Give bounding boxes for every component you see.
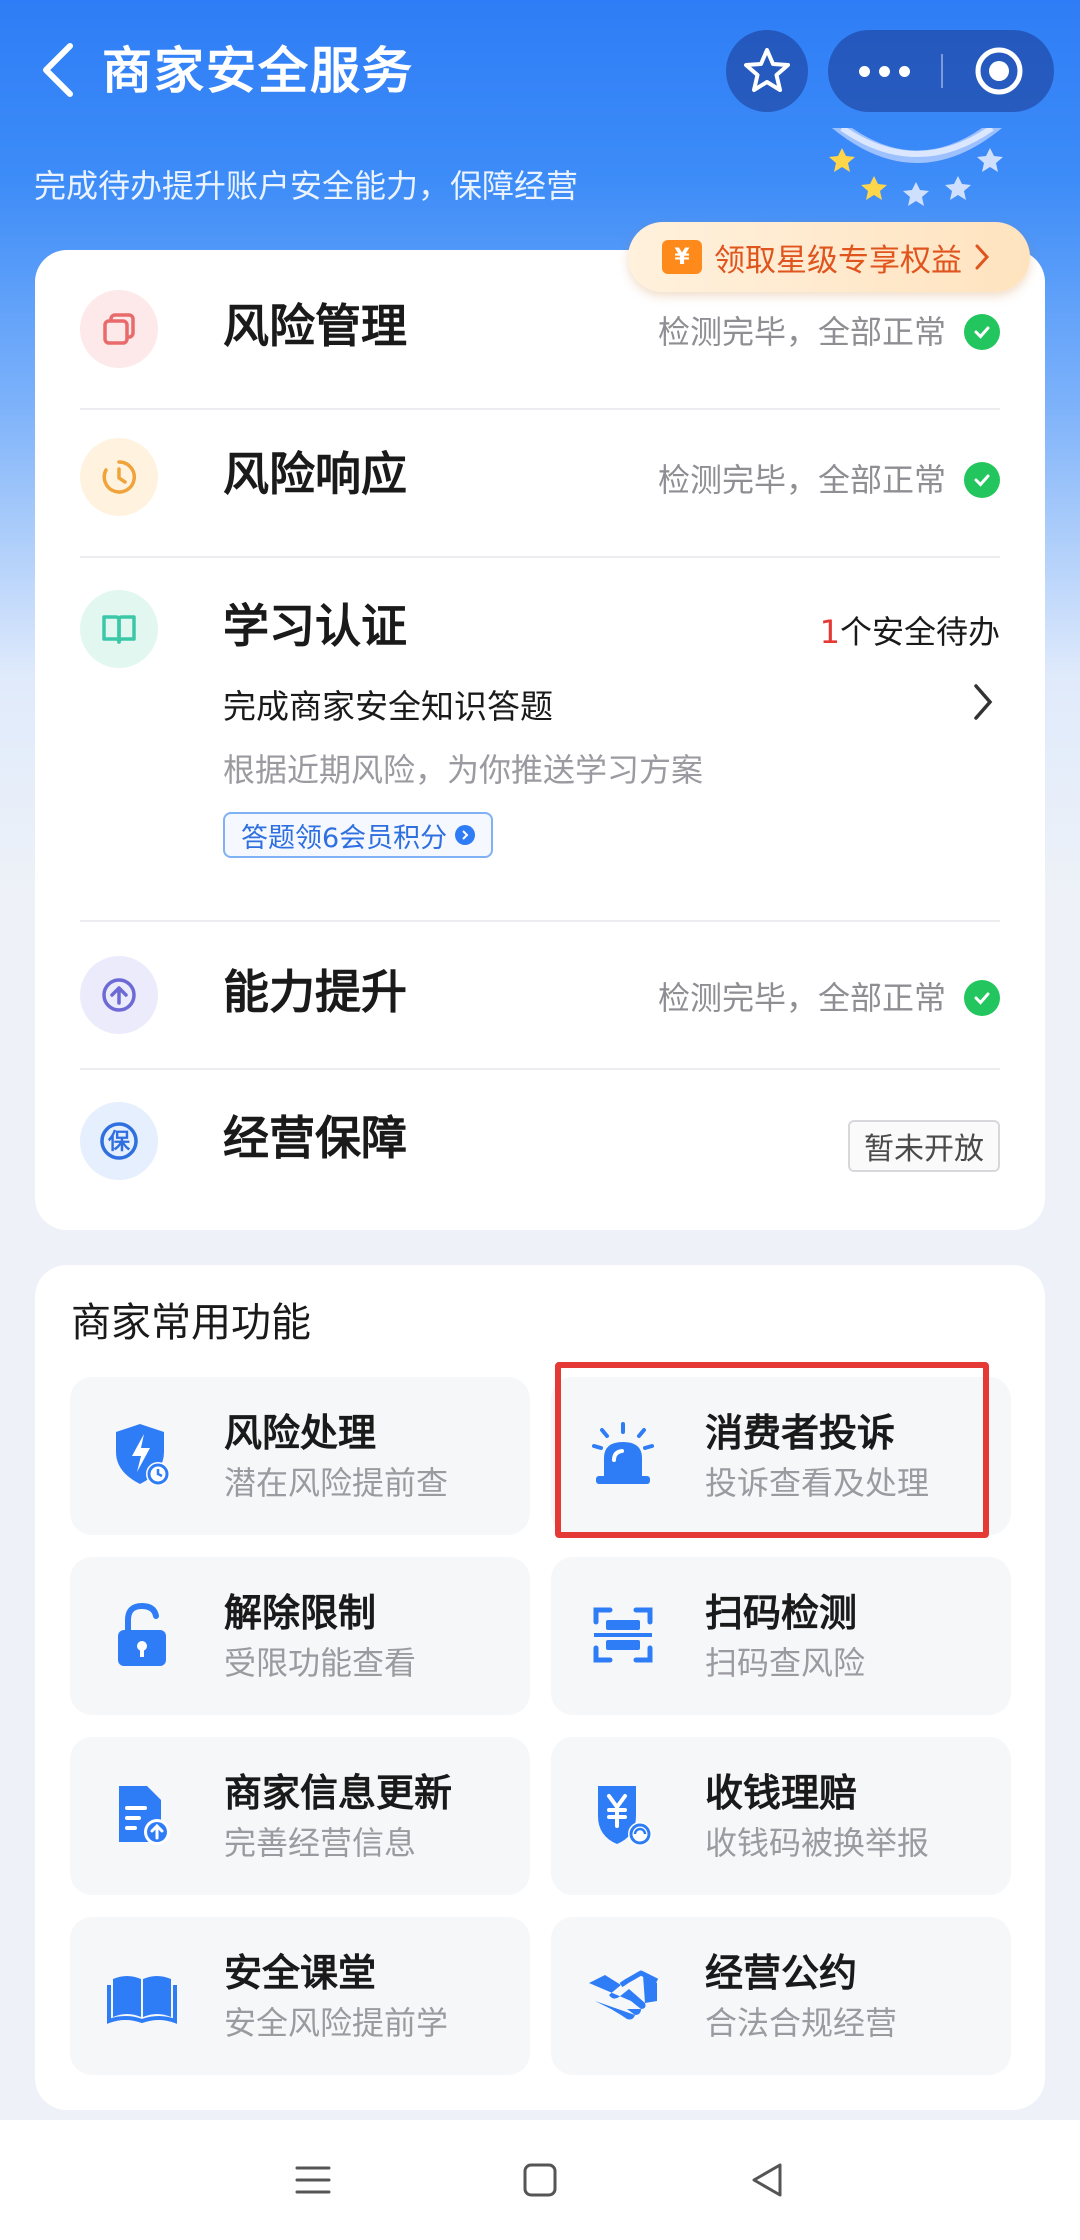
risk-handling-tile[interactable]: 风险处理 潜在风险提前查 — [70, 1377, 530, 1535]
star-badge-illustration — [829, 128, 1003, 206]
chevron-right-icon — [975, 244, 990, 270]
status-text: 检测完毕，全部正常 — [657, 313, 946, 351]
check-icon — [964, 462, 1000, 498]
tile-title: 风险处理 — [224, 1411, 377, 1455]
tile-title: 经营公约 — [705, 1951, 858, 1995]
menu-nav-button[interactable] — [273, 2140, 353, 2220]
risk-response-icon — [80, 438, 158, 516]
business-convention-tile[interactable]: 经营公约 合法合规经营 — [551, 1917, 1011, 2075]
target-close-icon — [975, 47, 1022, 95]
status: 检测完毕，全部正常 — [658, 976, 1000, 1020]
shield-bolt-icon — [104, 1417, 180, 1493]
merchant-info-update-tile[interactable]: 商家信息更新 完善经营信息 — [70, 1737, 530, 1895]
page-title: 商家安全服务 — [102, 42, 414, 100]
tile-description: 合法合规经营 — [705, 2004, 898, 2042]
svg-text:保: 保 — [107, 1130, 131, 1155]
star-icon — [744, 48, 790, 92]
ability-improvement-row[interactable]: 能力提升 检测完毕，全部正常 — [80, 956, 1000, 1046]
remove-restriction-tile[interactable]: 解除限制 受限功能查看 — [70, 1557, 530, 1715]
risk-management-icon — [80, 290, 158, 368]
unlock-icon — [104, 1597, 180, 1673]
divider — [80, 1068, 1000, 1070]
menu-icon — [295, 2166, 331, 2194]
close-button[interactable] — [943, 30, 1054, 112]
claim-star-rights-button[interactable]: ¥ 领取星级专享权益 — [628, 222, 1030, 292]
more-button[interactable] — [828, 30, 941, 112]
back-arrow-icon — [43, 43, 73, 97]
risk-management-row[interactable]: 风险管理 检测完毕，全部正常 — [80, 290, 1000, 380]
tile-title: 安全课堂 — [224, 1951, 377, 1995]
tile-title: 收钱理赔 — [705, 1771, 858, 1815]
ability-icon — [80, 956, 158, 1034]
arrow-circle-icon — [455, 825, 476, 845]
not-open-badge: 暂未开放 — [848, 1120, 1000, 1172]
check-icon — [964, 980, 1000, 1016]
business-protection-row[interactable]: 保 经营保障 暂未开放 — [80, 1102, 1000, 1192]
common-functions-card: 商家常用功能 风险处理 潜在风险提前查 消费者投诉 投诉查看及处理 解除限制 受… — [35, 1265, 1045, 2110]
chevron-right-icon[interactable] — [972, 682, 994, 722]
alarm-light-icon — [585, 1417, 661, 1493]
status: 检测完毕，全部正常 — [658, 310, 1000, 354]
task-title[interactable]: 完成商家安全知识答题 — [223, 684, 553, 730]
square-home-icon — [523, 2163, 557, 2197]
home-nav-button[interactable] — [500, 2140, 580, 2220]
scan-icon — [585, 1597, 661, 1673]
check-icon — [964, 314, 1000, 350]
triangle-back-icon — [752, 2163, 782, 2197]
risk-response-row[interactable]: 风险响应 检测完毕，全部正常 — [80, 438, 1000, 528]
tile-description: 收钱码被换举报 — [705, 1824, 930, 1862]
back-nav-button[interactable] — [727, 2140, 807, 2220]
tile-title: 解除限制 — [224, 1591, 377, 1635]
pending-number: 1 — [819, 613, 840, 651]
handshake-icon — [585, 1957, 661, 2033]
row-title: 学习认证 — [223, 599, 407, 653]
tile-title: 消费者投诉 — [705, 1411, 896, 1455]
miniapp-capsule — [828, 30, 1054, 112]
status-text: 检测完毕，全部正常 — [657, 461, 946, 499]
row-title: 经营保障 — [223, 1111, 407, 1165]
points-reward-tag[interactable]: 答题领6会员积分 — [223, 812, 494, 858]
pending-todo-count: 1个安全待办 — [820, 610, 1000, 654]
top-bar: 商家安全服务 — [0, 0, 1080, 140]
learning-icon — [80, 590, 158, 668]
consumer-complaint-tile[interactable]: 消费者投诉 投诉查看及处理 — [551, 1377, 1011, 1535]
tile-description: 投诉查看及处理 — [705, 1464, 930, 1502]
row-title: 能力提升 — [223, 965, 407, 1019]
tile-description: 安全风险提前学 — [224, 2004, 449, 2042]
status-text: 检测完毕，全部正常 — [657, 979, 946, 1017]
tile-description: 扫码查风险 — [705, 1644, 866, 1682]
status: 检测完毕，全部正常 — [658, 458, 1000, 502]
divider — [80, 556, 1000, 558]
security-tasks-card: 风险管理 检测完毕，全部正常 风险响应 检测完毕，全部正常 学习认证 1个安全待… — [35, 250, 1045, 1230]
pending-label: 个安全待办 — [839, 613, 1000, 651]
row-title: 风险管理 — [223, 299, 407, 353]
tile-title: 商家信息更新 — [224, 1771, 453, 1815]
tile-description: 完善经营信息 — [224, 1824, 417, 1862]
points-reward-label: 答题领6会员积分 — [241, 822, 448, 854]
task-description: 根据近期风险，为你推送学习方案 — [223, 751, 704, 789]
row-title: 风险响应 — [223, 447, 407, 501]
learning-certification-row: 学习认证 1个安全待办 完成商家安全知识答题 根据近期风险，为你推送学习方案 答… — [80, 590, 1000, 890]
book-icon — [104, 1957, 180, 2033]
tile-description: 受限功能查看 — [224, 1644, 417, 1682]
security-class-tile[interactable]: 安全课堂 安全风险提前学 — [70, 1917, 530, 2075]
protection-icon: 保 — [80, 1102, 158, 1180]
coupon-icon: ¥ — [662, 240, 702, 274]
tile-description: 潜在风险提前查 — [224, 1464, 449, 1502]
tile-title: 扫码检测 — [705, 1591, 858, 1635]
yen-claim-icon — [585, 1777, 661, 1853]
document-upload-icon — [104, 1777, 180, 1853]
scan-detection-tile[interactable]: 扫码检测 扫码查风险 — [551, 1557, 1011, 1715]
section-title: 商家常用功能 — [71, 1300, 311, 1346]
favorite-button[interactable] — [726, 30, 808, 112]
divider — [80, 920, 1000, 922]
claim-star-rights-label: 领取星级专享权益 — [714, 242, 962, 279]
system-navigation-bar — [0, 2120, 1080, 2240]
back-button[interactable] — [28, 32, 88, 108]
page-subtitle: 完成待办提升账户安全能力，保障经营 — [34, 167, 579, 205]
divider — [80, 408, 1000, 410]
payment-claim-tile[interactable]: 收钱理赔 收钱码被换举报 — [551, 1737, 1011, 1895]
